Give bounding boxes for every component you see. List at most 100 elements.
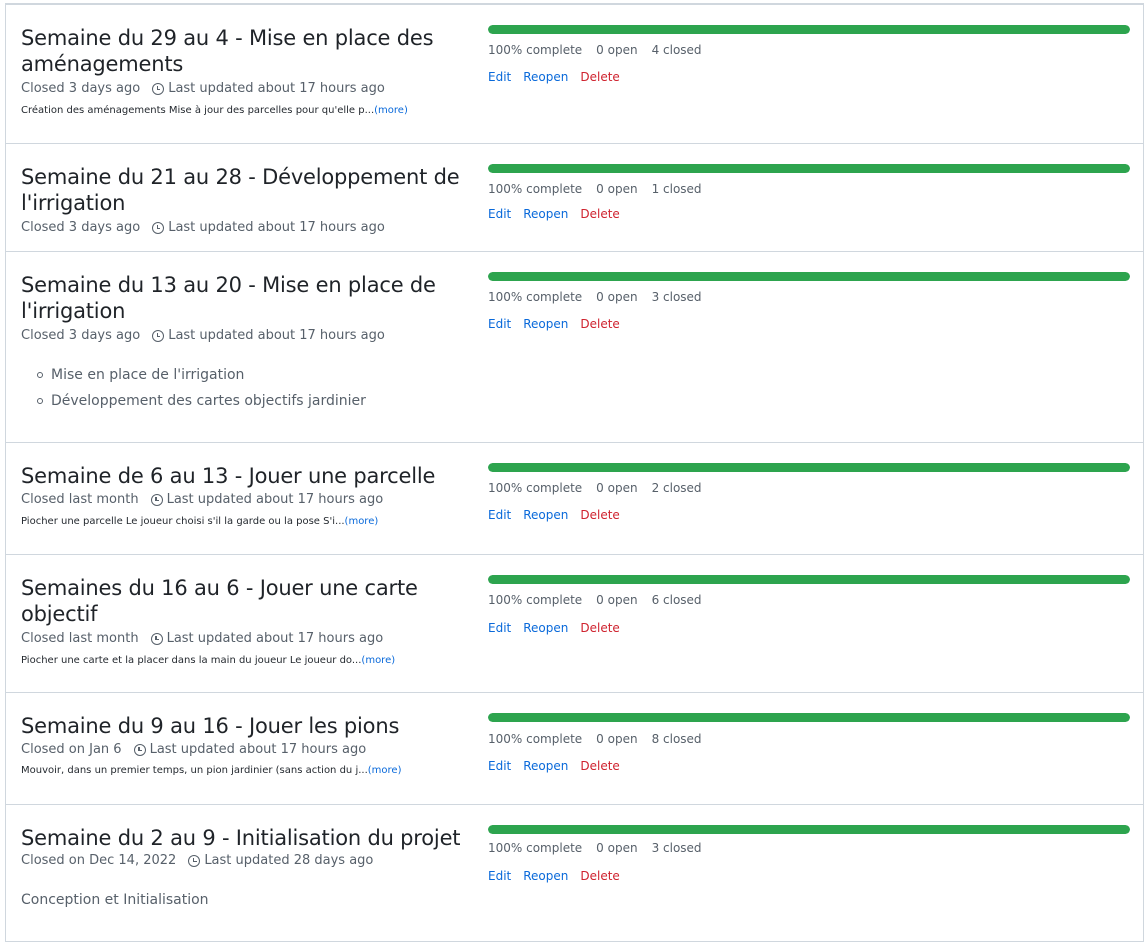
milestone-title[interactable]: Semaine de 6 au 13 - Jouer une parcelle	[21, 463, 471, 489]
reopen-link[interactable]: Reopen	[523, 70, 568, 84]
delete-link[interactable]: Delete	[580, 759, 619, 773]
last-updated: Last updated about 17 hours ago	[166, 492, 384, 507]
edit-link[interactable]: Edit	[488, 759, 511, 773]
delete-link[interactable]: Delete	[580, 317, 619, 331]
closed-count[interactable]: 2 closed	[652, 481, 702, 495]
last-updated: Last updated about 17 hours ago	[168, 220, 385, 235]
milestone-meta: Closed last month Last updated about 17 …	[21, 631, 383, 647]
open-count[interactable]: 0 open	[596, 481, 637, 495]
edit-link[interactable]: Edit	[488, 621, 511, 635]
progress-bar	[488, 825, 1130, 834]
progress-bar	[488, 272, 1130, 281]
milestone-meta: Closed 3 days ago Last updated about 17 …	[21, 81, 385, 97]
open-count[interactable]: 0 open	[596, 290, 637, 304]
milestone-meta: Closed on Jan 6 Last updated about 17 ho…	[21, 742, 366, 758]
milestone-stats: 100% complete 0 open 3 closed	[488, 290, 716, 304]
edit-link[interactable]: Edit	[488, 317, 511, 331]
milestone-title[interactable]: Semaine du 13 au 20 - Mise en place de l…	[21, 272, 471, 324]
clock-icon	[152, 222, 165, 234]
more-link[interactable]: (more)	[368, 765, 402, 776]
milestone-bullet-list: Mise en place de l'irrigation Développem…	[37, 362, 366, 414]
delete-link[interactable]: Delete	[580, 70, 619, 84]
last-updated: Last updated about 17 hours ago	[168, 328, 385, 343]
progress-bar-fill	[488, 25, 1130, 34]
percent-complete: 100% complete	[488, 290, 583, 304]
open-count[interactable]: 0 open	[596, 841, 637, 855]
progress-bar-fill	[488, 272, 1130, 281]
milestone-title[interactable]: Semaine du 29 au 4 - Mise en place des a…	[21, 25, 471, 77]
milestone-stats: 100% complete 0 open 2 closed	[488, 481, 716, 495]
edit-link[interactable]: Edit	[488, 70, 511, 84]
milestone-title[interactable]: Semaine du 9 au 16 - Jouer les pions	[21, 713, 471, 739]
more-link[interactable]: (more)	[361, 655, 395, 666]
reopen-link[interactable]: Reopen	[523, 207, 568, 221]
open-count[interactable]: 0 open	[596, 43, 637, 57]
progress-bar-fill	[488, 164, 1130, 173]
more-link[interactable]: (more)	[345, 516, 379, 527]
closed-count[interactable]: 3 closed	[652, 841, 702, 855]
delete-link[interactable]: Delete	[580, 621, 619, 635]
clock-icon	[152, 83, 165, 95]
closed-count[interactable]: 3 closed	[652, 290, 702, 304]
last-updated: Last updated about 17 hours ago	[166, 631, 384, 646]
milestone-actions: Edit Reopen Delete	[488, 621, 632, 635]
more-link[interactable]: (more)	[374, 105, 408, 116]
progress-bar	[488, 25, 1130, 34]
milestone-meta: Closed last month Last updated about 17 …	[21, 492, 383, 508]
progress-bar	[488, 463, 1130, 472]
milestone-stats: 100% complete 0 open 1 closed	[488, 182, 716, 196]
milestone-description: Création des aménagements Mise à jour de…	[21, 105, 408, 116]
open-count[interactable]: 0 open	[596, 182, 637, 196]
milestone-item: Semaine du 2 au 9 - Initialisation du pr…	[6, 805, 1143, 942]
percent-complete: 100% complete	[488, 182, 583, 196]
delete-link[interactable]: Delete	[580, 508, 619, 522]
milestone-item: Semaine du 13 au 20 - Mise en place de l…	[6, 252, 1143, 443]
closed-status: Closed last month	[21, 631, 139, 646]
reopen-link[interactable]: Reopen	[523, 508, 568, 522]
milestone-meta: Closed on Dec 14, 2022 Last updated 28 d…	[21, 853, 373, 869]
reopen-link[interactable]: Reopen	[523, 621, 568, 635]
milestone-description: Mouvoir, dans un premier temps, un pion …	[21, 765, 402, 776]
closed-status: Closed 3 days ago	[21, 220, 141, 235]
closed-status: Closed 3 days ago	[21, 328, 141, 343]
last-updated: Last updated about 17 hours ago	[168, 81, 385, 96]
closed-count[interactable]: 4 closed	[652, 43, 702, 57]
progress-bar	[488, 164, 1130, 173]
milestone-meta: Closed 3 days ago Last updated about 17 …	[21, 328, 385, 344]
reopen-link[interactable]: Reopen	[523, 759, 568, 773]
last-updated: Last updated 28 days ago	[204, 853, 374, 868]
reopen-link[interactable]: Reopen	[523, 869, 568, 883]
milestone-title[interactable]: Semaine du 2 au 9 - Initialisation du pr…	[21, 825, 471, 851]
milestone-title[interactable]: Semaine du 21 au 28 - Développement de l…	[21, 164, 471, 216]
percent-complete: 100% complete	[488, 43, 583, 57]
milestone-description: Conception et Initialisation	[21, 892, 209, 908]
clock-icon	[152, 330, 165, 342]
percent-complete: 100% complete	[488, 481, 583, 495]
milestone-item: Semaine de 6 au 13 - Jouer une parcelle …	[6, 443, 1143, 555]
reopen-link[interactable]: Reopen	[523, 317, 568, 331]
edit-link[interactable]: Edit	[488, 508, 511, 522]
edit-link[interactable]: Edit	[488, 869, 511, 883]
milestone-description: Piocher une parcelle Le joueur choisi s'…	[21, 516, 379, 527]
closed-count[interactable]: 1 closed	[652, 182, 702, 196]
open-count[interactable]: 0 open	[596, 732, 637, 746]
progress-bar-fill	[488, 575, 1130, 584]
progress-bar-fill	[488, 825, 1130, 834]
milestone-item: Semaine du 29 au 4 - Mise en place des a…	[6, 5, 1143, 144]
edit-link[interactable]: Edit	[488, 207, 511, 221]
delete-link[interactable]: Delete	[580, 869, 619, 883]
milestone-item: Semaine du 21 au 28 - Développement de l…	[6, 144, 1143, 252]
delete-link[interactable]: Delete	[580, 207, 619, 221]
milestone-title[interactable]: Semaines du 16 au 6 - Jouer une carte ob…	[21, 575, 471, 627]
milestone-description: Piocher une carte et la placer dans la m…	[21, 655, 396, 666]
open-count[interactable]: 0 open	[596, 593, 637, 607]
closed-status: Closed 3 days ago	[21, 81, 141, 96]
closed-status: Closed on Dec 14, 2022	[21, 853, 177, 868]
milestone-actions: Edit Reopen Delete	[488, 869, 632, 883]
clock-icon	[150, 633, 163, 645]
milestone-actions: Edit Reopen Delete	[488, 70, 632, 84]
closed-count[interactable]: 8 closed	[652, 732, 702, 746]
closed-count[interactable]: 6 closed	[652, 593, 702, 607]
list-item: Développement des cartes objectifs jardi…	[37, 388, 366, 414]
milestone-actions: Edit Reopen Delete	[488, 759, 632, 773]
